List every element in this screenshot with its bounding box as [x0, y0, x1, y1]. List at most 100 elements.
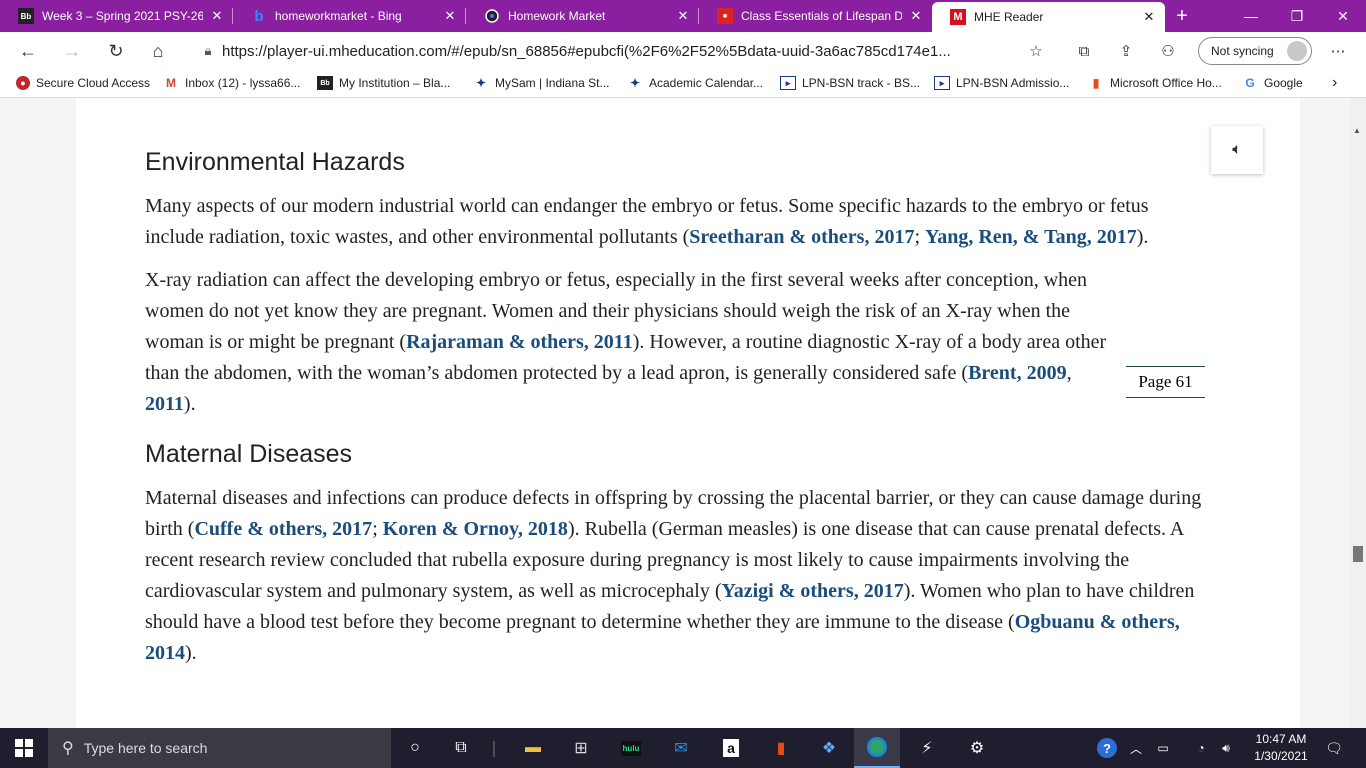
taskbar-divider: ❘	[487, 740, 501, 757]
favorite-label: Academic Calendar...	[649, 76, 764, 90]
paragraph: X-ray radiation can affect the developin…	[145, 265, 1115, 420]
add-favorite-icon[interactable]: ☆	[1022, 38, 1050, 64]
edge-icon[interactable]	[854, 728, 900, 768]
help-icon[interactable]: ?	[1094, 728, 1120, 768]
tab-homework-market[interactable]: Homework Market ✕	[466, 0, 699, 32]
favorite-label: My Institution – Bla...	[339, 76, 451, 90]
notifications-icon[interactable]: 🗨︎	[1320, 728, 1348, 768]
close-icon[interactable]: ✕	[442, 8, 458, 24]
start-button[interactable]	[0, 728, 48, 768]
favorite-google[interactable]: G Google	[1242, 76, 1302, 90]
sync-label: Not syncing	[1211, 44, 1274, 58]
tab-title: Class Essentials of Lifespan Dev	[741, 9, 902, 23]
profile-sync-button[interactable]: Not syncing	[1198, 37, 1312, 65]
task-view-icon[interactable]: ⧉	[438, 728, 484, 768]
share-icon[interactable]: ⇪	[1112, 38, 1140, 64]
paragraph: Many aspects of our modern industrial wo…	[145, 191, 1205, 253]
avatar	[1287, 41, 1307, 61]
tab-class-essentials[interactable]: ■ Class Essentials of Lifespan Dev ✕	[699, 0, 932, 32]
close-icon[interactable]: ✕	[209, 8, 225, 24]
chevron-up-icon[interactable]: ︿	[1126, 728, 1146, 768]
new-tab-button[interactable]: +	[1165, 0, 1199, 32]
scrollbar-thumb[interactable]	[1353, 546, 1363, 562]
office-icon[interactable]: ▮	[758, 728, 804, 768]
speaker-icon: 🔈︎	[1232, 141, 1242, 158]
reader-viewport: Environmental Hazards Many aspects of ou…	[0, 98, 1366, 728]
blackboard-icon: Bb	[18, 8, 34, 24]
favorite-secure-cloud[interactable]: ● Secure Cloud Access	[16, 76, 150, 90]
battery-icon[interactable]: ▭	[1150, 728, 1176, 768]
favorite-label: Microsoft Office Ho...	[1110, 76, 1222, 90]
favorite-lpn-bsn-admission[interactable]: ▸ LPN-BSN Admissio...	[934, 76, 1069, 90]
home-icon[interactable]: ⌂	[138, 35, 178, 67]
tab-bing[interactable]: b homeworkmarket - Bing ✕	[233, 0, 466, 32]
dropbox-icon[interactable]: ❖	[806, 728, 852, 768]
extensions-icon[interactable]: ⚇	[1154, 38, 1182, 64]
clock-time: 10:47 AM	[1255, 732, 1307, 746]
favorite-label: Secure Cloud Access	[36, 76, 151, 90]
citation-link[interactable]: Yazigi & others, 2017	[722, 580, 904, 602]
star-icon: ✦	[629, 76, 641, 90]
settings-icon[interactable]: ⚙	[954, 728, 1000, 768]
minimize-icon[interactable]: —	[1228, 0, 1274, 32]
tab-week3[interactable]: Bb Week 3 – Spring 2021 PSY-266 ✕	[0, 0, 233, 32]
section-heading: Environmental Hazards	[145, 148, 405, 176]
file-explorer-icon[interactable]: ▬	[510, 728, 556, 768]
citation-link[interactable]: 2011	[145, 393, 184, 415]
citation-link[interactable]: Brent, 2009	[968, 362, 1067, 384]
read-aloud-button[interactable]: 🔈︎	[1211, 126, 1263, 174]
vertical-scrollbar[interactable]: ▲	[1350, 98, 1366, 728]
citation-link[interactable]: Yang, Ren, & Tang, 2017	[925, 226, 1137, 248]
paragraph-text: ;	[914, 226, 926, 248]
mail-icon[interactable]: ✉	[658, 728, 704, 768]
hulu-icon[interactable]: hulu	[608, 728, 654, 768]
blackboard-icon: Bb	[317, 76, 333, 90]
gmail-icon: M	[166, 76, 176, 90]
wifi-icon[interactable]: ◔	[1190, 728, 1212, 768]
favorite-my-institution[interactable]: Bb My Institution – Bla...	[317, 76, 450, 90]
cortana-icon[interactable]: ○	[392, 728, 438, 768]
paragraph-text: ).	[185, 642, 197, 664]
window-close-icon[interactable]: ✕	[1320, 0, 1366, 32]
citation-link[interactable]: Sreetharan & others, 2017	[689, 226, 914, 248]
paragraph-text: ).	[1136, 226, 1149, 248]
collections-icon[interactable]: ⧉	[1070, 38, 1098, 64]
tab-title: Week 3 – Spring 2021 PSY-266	[42, 9, 203, 23]
refresh-icon[interactable]: ↻	[96, 35, 136, 67]
system-clock[interactable]: 10:47 AM 1/30/2021	[1240, 731, 1322, 765]
scroll-up-icon[interactable]: ▲	[1353, 126, 1361, 135]
url-text[interactable]: https://player-ui.mheducation.com/#/epub…	[222, 43, 1060, 60]
more-menu-icon[interactable]: ⋯	[1324, 38, 1352, 64]
favorite-mysam[interactable]: ✦ MySam | Indiana St...	[473, 76, 610, 90]
lock-icon[interactable]: 🔒︎	[194, 43, 222, 59]
close-icon[interactable]: ✕	[908, 8, 924, 24]
tab-title: homeworkmarket - Bing	[275, 9, 402, 23]
favorite-lpn-bsn-track[interactable]: ▸ LPN-BSN track - BS...	[780, 76, 920, 90]
bing-icon: b	[254, 7, 264, 25]
paragraph: Maternal diseases and infections can pro…	[145, 483, 1205, 669]
store-icon[interactable]: ⊞	[558, 728, 604, 768]
tab-mhe-reader[interactable]: M MHE Reader ✕	[932, 2, 1165, 32]
citation-link[interactable]: Cuffe & others, 2017	[194, 518, 372, 540]
address-bar[interactable]: 🔒︎ https://player-ui.mheducation.com/#/e…	[194, 36, 1060, 66]
close-icon[interactable]: ✕	[675, 8, 691, 24]
app-icon[interactable]: ⚡︎	[904, 728, 950, 768]
google-icon: G	[1245, 76, 1255, 90]
paragraph-text: ,	[1066, 362, 1072, 384]
restore-icon[interactable]: ❐	[1274, 0, 1320, 32]
favorite-inbox[interactable]: M Inbox (12) - lyssa66...	[163, 76, 300, 90]
favorites-overflow-icon[interactable]: ›	[1332, 74, 1337, 92]
bookmark-page-icon: ▸	[934, 76, 950, 90]
back-icon[interactable]: ←	[8, 35, 48, 67]
tab-title: Homework Market	[508, 9, 606, 23]
citation-link[interactable]: Rajaraman & others, 2011	[406, 331, 633, 353]
favorite-academic-calendar[interactable]: ✦ Academic Calendar...	[627, 76, 763, 90]
forward-icon[interactable]: →	[52, 35, 92, 67]
favorite-microsoft-office[interactable]: ▮ Microsoft Office Ho...	[1088, 76, 1222, 90]
amazon-icon[interactable]: a	[708, 728, 754, 768]
close-icon[interactable]: ✕	[1141, 9, 1157, 25]
volume-icon[interactable]: 🔊︎	[1214, 728, 1238, 768]
taskbar-search[interactable]: ⚲ Type here to search	[48, 728, 391, 768]
tab-strip: Bb Week 3 – Spring 2021 PSY-266 ✕ b home…	[0, 0, 1366, 32]
citation-link[interactable]: Koren & Ornoy, 2018	[383, 518, 568, 540]
